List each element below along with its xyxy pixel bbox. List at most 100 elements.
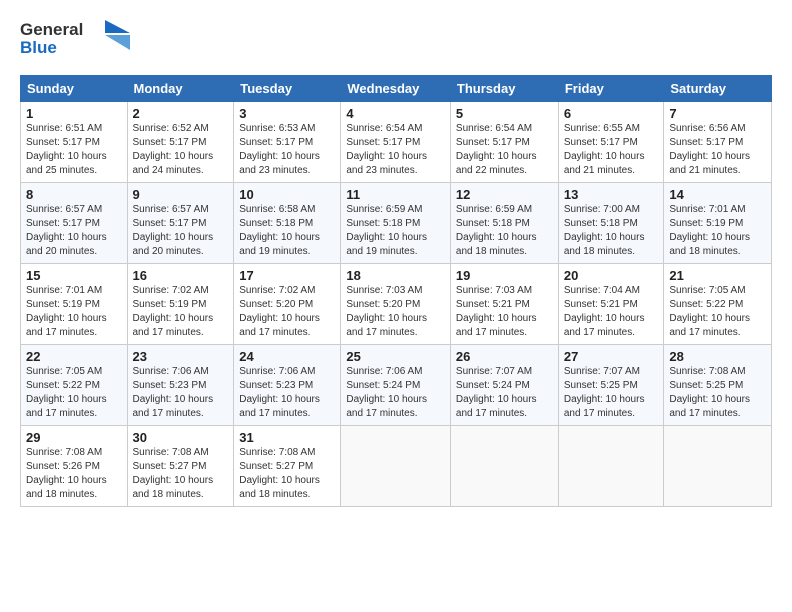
day-number: 8: [26, 187, 122, 202]
day-info: Sunrise: 7:00 AM Sunset: 5:18 PM Dayligh…: [564, 203, 659, 259]
day-number: 15: [26, 268, 122, 283]
day-cell: 16 Sunrise: 7:02 AM Sunset: 5:19 PM Dayl…: [127, 264, 234, 345]
day-info: Sunrise: 7:05 AM Sunset: 5:22 PM Dayligh…: [26, 365, 122, 421]
day-number: 10: [239, 187, 335, 202]
day-cell: 5 Sunrise: 6:54 AM Sunset: 5:17 PM Dayli…: [450, 102, 558, 183]
day-number: 3: [239, 106, 335, 121]
column-header-saturday: Saturday: [664, 76, 772, 102]
day-info: Sunrise: 7:06 AM Sunset: 5:23 PM Dayligh…: [133, 365, 229, 421]
day-info: Sunrise: 6:52 AM Sunset: 5:17 PM Dayligh…: [133, 122, 229, 178]
day-info: Sunrise: 6:53 AM Sunset: 5:17 PM Dayligh…: [239, 122, 335, 178]
day-info: Sunrise: 7:08 AM Sunset: 5:27 PM Dayligh…: [239, 446, 335, 502]
day-number: 11: [346, 187, 445, 202]
day-info: Sunrise: 6:56 AM Sunset: 5:17 PM Dayligh…: [669, 122, 766, 178]
calendar: SundayMondayTuesdayWednesdayThursdayFrid…: [20, 75, 772, 507]
day-number: 12: [456, 187, 553, 202]
week-row-3: 15 Sunrise: 7:01 AM Sunset: 5:19 PM Dayl…: [21, 264, 772, 345]
day-cell: 29 Sunrise: 7:08 AM Sunset: 5:26 PM Dayl…: [21, 426, 128, 507]
day-cell: 18 Sunrise: 7:03 AM Sunset: 5:20 PM Dayl…: [341, 264, 451, 345]
day-cell: 9 Sunrise: 6:57 AM Sunset: 5:17 PM Dayli…: [127, 183, 234, 264]
day-cell: 26 Sunrise: 7:07 AM Sunset: 5:24 PM Dayl…: [450, 345, 558, 426]
day-info: Sunrise: 6:59 AM Sunset: 5:18 PM Dayligh…: [456, 203, 553, 259]
column-header-wednesday: Wednesday: [341, 76, 451, 102]
day-info: Sunrise: 7:04 AM Sunset: 5:21 PM Dayligh…: [564, 284, 659, 340]
day-info: Sunrise: 7:08 AM Sunset: 5:25 PM Dayligh…: [669, 365, 766, 421]
day-info: Sunrise: 7:06 AM Sunset: 5:23 PM Dayligh…: [239, 365, 335, 421]
day-number: 5: [456, 106, 553, 121]
day-cell: 31 Sunrise: 7:08 AM Sunset: 5:27 PM Dayl…: [234, 426, 341, 507]
column-header-tuesday: Tuesday: [234, 76, 341, 102]
day-info: Sunrise: 7:02 AM Sunset: 5:19 PM Dayligh…: [133, 284, 229, 340]
day-cell: 2 Sunrise: 6:52 AM Sunset: 5:17 PM Dayli…: [127, 102, 234, 183]
day-info: Sunrise: 6:58 AM Sunset: 5:18 PM Dayligh…: [239, 203, 335, 259]
day-cell: 8 Sunrise: 6:57 AM Sunset: 5:17 PM Dayli…: [21, 183, 128, 264]
day-number: 21: [669, 268, 766, 283]
day-number: 17: [239, 268, 335, 283]
day-number: 6: [564, 106, 659, 121]
day-number: 22: [26, 349, 122, 364]
day-number: 9: [133, 187, 229, 202]
day-cell: 24 Sunrise: 7:06 AM Sunset: 5:23 PM Dayl…: [234, 345, 341, 426]
day-cell: [341, 426, 451, 507]
day-info: Sunrise: 7:07 AM Sunset: 5:25 PM Dayligh…: [564, 365, 659, 421]
day-number: 30: [133, 430, 229, 445]
day-number: 26: [456, 349, 553, 364]
day-cell: 19 Sunrise: 7:03 AM Sunset: 5:21 PM Dayl…: [450, 264, 558, 345]
day-info: Sunrise: 6:55 AM Sunset: 5:17 PM Dayligh…: [564, 122, 659, 178]
page: General Blue SundayMondayTuesdayWednesda…: [0, 0, 792, 522]
day-info: Sunrise: 6:51 AM Sunset: 5:17 PM Dayligh…: [26, 122, 122, 178]
day-cell: 3 Sunrise: 6:53 AM Sunset: 5:17 PM Dayli…: [234, 102, 341, 183]
week-row-4: 22 Sunrise: 7:05 AM Sunset: 5:22 PM Dayl…: [21, 345, 772, 426]
day-info: Sunrise: 6:57 AM Sunset: 5:17 PM Dayligh…: [133, 203, 229, 259]
day-cell: 12 Sunrise: 6:59 AM Sunset: 5:18 PM Dayl…: [450, 183, 558, 264]
day-cell: 10 Sunrise: 6:58 AM Sunset: 5:18 PM Dayl…: [234, 183, 341, 264]
logo-text: General Blue: [20, 15, 130, 65]
day-number: 23: [133, 349, 229, 364]
day-cell: 28 Sunrise: 7:08 AM Sunset: 5:25 PM Dayl…: [664, 345, 772, 426]
day-cell: 13 Sunrise: 7:00 AM Sunset: 5:18 PM Dayl…: [558, 183, 664, 264]
day-info: Sunrise: 7:08 AM Sunset: 5:27 PM Dayligh…: [133, 446, 229, 502]
week-row-5: 29 Sunrise: 7:08 AM Sunset: 5:26 PM Dayl…: [21, 426, 772, 507]
day-info: Sunrise: 7:08 AM Sunset: 5:26 PM Dayligh…: [26, 446, 122, 502]
header-row: SundayMondayTuesdayWednesdayThursdayFrid…: [21, 76, 772, 102]
day-number: 18: [346, 268, 445, 283]
day-cell: 27 Sunrise: 7:07 AM Sunset: 5:25 PM Dayl…: [558, 345, 664, 426]
day-cell: 21 Sunrise: 7:05 AM Sunset: 5:22 PM Dayl…: [664, 264, 772, 345]
column-header-monday: Monday: [127, 76, 234, 102]
day-cell: 15 Sunrise: 7:01 AM Sunset: 5:19 PM Dayl…: [21, 264, 128, 345]
svg-text:General: General: [20, 20, 83, 39]
day-info: Sunrise: 7:01 AM Sunset: 5:19 PM Dayligh…: [669, 203, 766, 259]
day-cell: 14 Sunrise: 7:01 AM Sunset: 5:19 PM Dayl…: [664, 183, 772, 264]
day-number: 2: [133, 106, 229, 121]
day-cell: 25 Sunrise: 7:06 AM Sunset: 5:24 PM Dayl…: [341, 345, 451, 426]
day-cell: 6 Sunrise: 6:55 AM Sunset: 5:17 PM Dayli…: [558, 102, 664, 183]
day-number: 19: [456, 268, 553, 283]
day-cell: 17 Sunrise: 7:02 AM Sunset: 5:20 PM Dayl…: [234, 264, 341, 345]
day-cell: 4 Sunrise: 6:54 AM Sunset: 5:17 PM Dayli…: [341, 102, 451, 183]
day-cell: 20 Sunrise: 7:04 AM Sunset: 5:21 PM Dayl…: [558, 264, 664, 345]
day-number: 25: [346, 349, 445, 364]
day-cell: [450, 426, 558, 507]
week-row-2: 8 Sunrise: 6:57 AM Sunset: 5:17 PM Dayli…: [21, 183, 772, 264]
day-number: 24: [239, 349, 335, 364]
day-info: Sunrise: 6:54 AM Sunset: 5:17 PM Dayligh…: [346, 122, 445, 178]
day-info: Sunrise: 7:06 AM Sunset: 5:24 PM Dayligh…: [346, 365, 445, 421]
day-info: Sunrise: 6:59 AM Sunset: 5:18 PM Dayligh…: [346, 203, 445, 259]
day-number: 27: [564, 349, 659, 364]
day-number: 20: [564, 268, 659, 283]
day-cell: 30 Sunrise: 7:08 AM Sunset: 5:27 PM Dayl…: [127, 426, 234, 507]
day-info: Sunrise: 7:03 AM Sunset: 5:21 PM Dayligh…: [456, 284, 553, 340]
day-number: 7: [669, 106, 766, 121]
day-info: Sunrise: 7:07 AM Sunset: 5:24 PM Dayligh…: [456, 365, 553, 421]
day-cell: 11 Sunrise: 6:59 AM Sunset: 5:18 PM Dayl…: [341, 183, 451, 264]
week-row-1: 1 Sunrise: 6:51 AM Sunset: 5:17 PM Dayli…: [21, 102, 772, 183]
day-number: 31: [239, 430, 335, 445]
day-cell: [664, 426, 772, 507]
day-number: 16: [133, 268, 229, 283]
day-info: Sunrise: 7:03 AM Sunset: 5:20 PM Dayligh…: [346, 284, 445, 340]
day-info: Sunrise: 7:05 AM Sunset: 5:22 PM Dayligh…: [669, 284, 766, 340]
day-info: Sunrise: 6:54 AM Sunset: 5:17 PM Dayligh…: [456, 122, 553, 178]
day-info: Sunrise: 6:57 AM Sunset: 5:17 PM Dayligh…: [26, 203, 122, 259]
day-number: 29: [26, 430, 122, 445]
column-header-sunday: Sunday: [21, 76, 128, 102]
